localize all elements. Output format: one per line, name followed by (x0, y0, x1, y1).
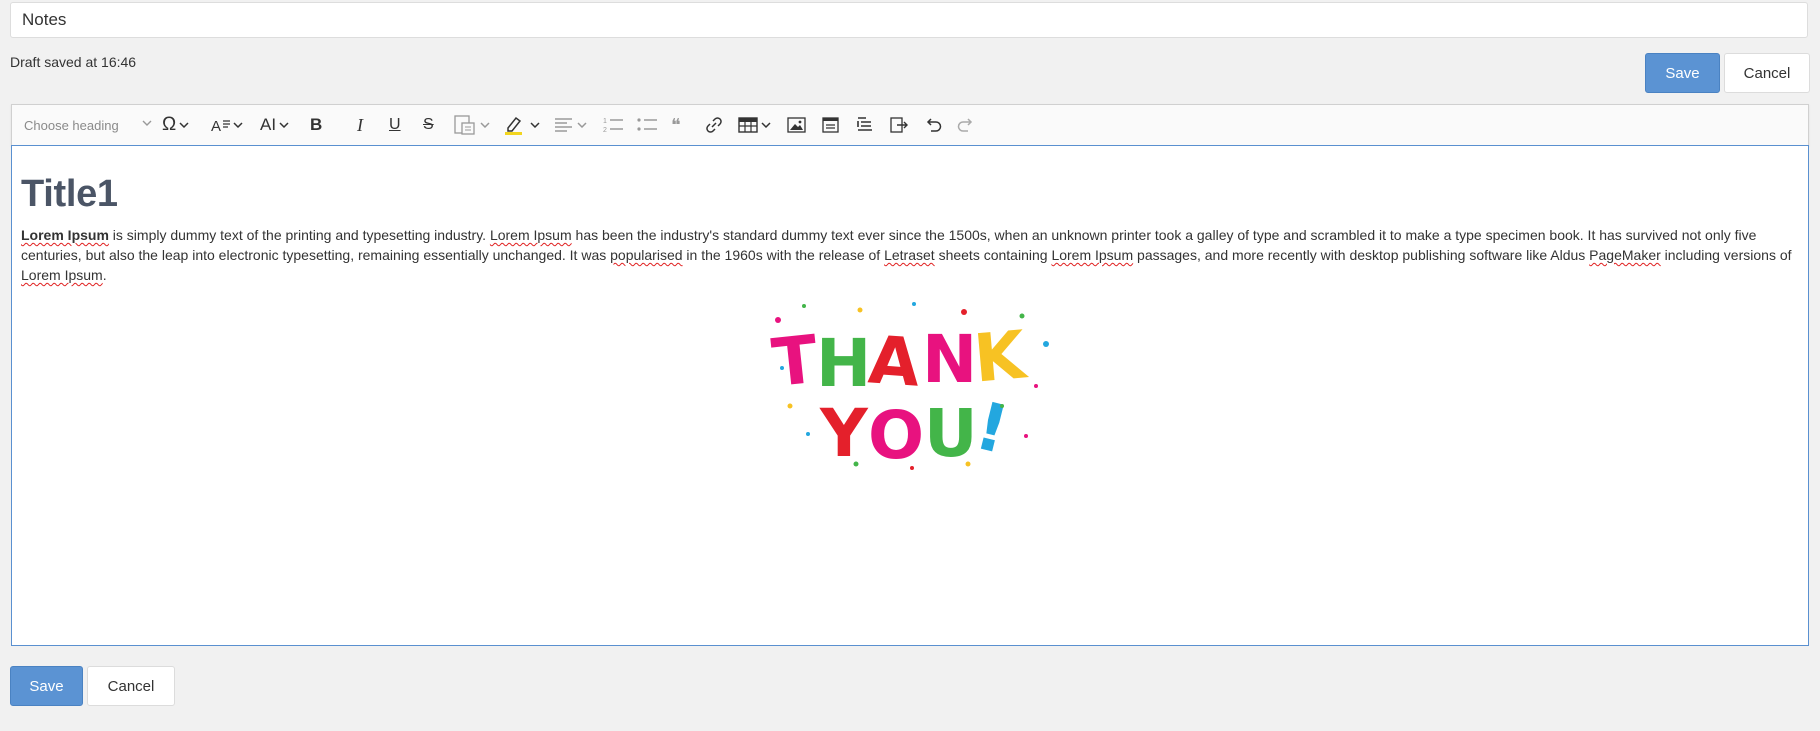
paste-icon (454, 115, 475, 135)
chevron-down-icon (530, 122, 540, 129)
bulleted-list-icon (637, 118, 657, 131)
bold-misspelled-text: Lorem Ipsum (21, 227, 109, 243)
strikethrough-button[interactable]: S (423, 105, 434, 145)
heading-dropdown[interactable]: Choose heading (24, 105, 158, 145)
misspelled-word: Lorem Ipsum (21, 267, 103, 283)
svg-text:K: K (971, 316, 1032, 397)
document-paragraph: Lorem Ipsum is simply dummy text of the … (21, 225, 1801, 285)
save-button-top[interactable]: Save (1645, 53, 1720, 93)
quote-icon: ❝ (671, 115, 681, 135)
font-family-button[interactable]: A (210, 105, 244, 145)
heading-dropdown-label: Choose heading (24, 117, 119, 133)
document-heading: Title1 (21, 173, 118, 215)
svg-text:A: A (866, 321, 922, 401)
text-run: including versions of (1660, 247, 1792, 263)
undo-icon (926, 118, 942, 132)
text-run: is simply dummy text of the printing and… (108, 227, 490, 243)
undo-button[interactable] (923, 105, 943, 145)
cancel-button-bottom[interactable]: Cancel (87, 666, 175, 706)
strikethrough-icon: S (423, 116, 434, 133)
special-characters-button[interactable]: Ω (162, 105, 190, 145)
bold-button[interactable]: B (310, 105, 322, 145)
link-button[interactable] (704, 105, 724, 145)
editor-toolbar: Choose heading Ω A AI B I U S 1 2 ❝ (11, 104, 1809, 146)
redo-button[interactable] (956, 105, 976, 145)
misspelled-word: popularised (610, 247, 683, 263)
table-icon (738, 117, 758, 133)
text-run: in the 1960s with the release of (682, 247, 885, 263)
page-break-icon (822, 117, 839, 133)
text-run: . (102, 267, 107, 283)
align-left-icon (555, 118, 572, 132)
outdent-icon (890, 117, 908, 133)
highlight-button[interactable] (503, 105, 541, 145)
svg-text:1: 1 (603, 118, 607, 125)
text-run: passages, and more recently with desktop… (1133, 247, 1590, 263)
chevron-down-icon (279, 122, 289, 129)
title-input[interactable]: Notes (10, 2, 1808, 38)
svg-text:O: O (868, 397, 924, 471)
chevron-down-icon (179, 122, 189, 129)
indent-icon (857, 117, 872, 131)
outdent-button[interactable] (889, 105, 909, 145)
editor-content-area[interactable]: Title1 Lorem Ipsum is simply dummy text … (11, 145, 1809, 646)
link-icon (706, 117, 722, 133)
italic-icon: I (357, 115, 363, 135)
insert-image-button[interactable] (787, 105, 807, 145)
bold-icon: B (310, 115, 323, 134)
block-quote-button[interactable]: ❝ (671, 105, 681, 145)
chevron-down-icon (761, 122, 771, 129)
misspelled-word: PageMaker (1589, 247, 1661, 263)
bulleted-list-button[interactable] (636, 105, 658, 145)
numbered-list-icon: 1 2 (603, 118, 623, 134)
thank-you-image[interactable]: T H A N K Y O U ! (764, 296, 1064, 471)
chevron-down-icon (480, 122, 490, 129)
italic-button[interactable]: I (357, 105, 363, 145)
underline-button[interactable]: U (389, 105, 401, 145)
font-family-icon: A (211, 118, 230, 135)
svg-text:T: T (769, 321, 822, 402)
alignment-button[interactable] (554, 105, 588, 145)
numbered-list-button[interactable]: 1 2 (602, 105, 624, 145)
chevron-down-icon (142, 120, 152, 126)
svg-text:Y: Y (819, 395, 869, 471)
omega-icon: Ω (162, 114, 177, 135)
svg-text:H: H (816, 325, 871, 402)
image-icon (787, 117, 806, 133)
paste-from-office-button[interactable] (453, 105, 491, 145)
cancel-button-top[interactable]: Cancel (1724, 53, 1810, 93)
insert-table-button[interactable] (738, 105, 772, 145)
underline-icon: U (389, 116, 401, 133)
chevron-down-icon (233, 122, 243, 129)
font-size-icon: AI (260, 115, 277, 134)
chevron-down-icon (577, 122, 587, 129)
save-button-bottom[interactable]: Save (10, 666, 83, 706)
font-size-button[interactable]: AI (260, 105, 290, 145)
svg-text:2: 2 (603, 127, 607, 134)
misspelled-word: Lorem Ipsum (1051, 247, 1134, 263)
font-family-glyph: A (211, 118, 221, 135)
misspelled-word: Lorem Ipsum (489, 227, 572, 243)
misspelled-word: Letraset (884, 247, 935, 263)
text-run: sheets containing (934, 247, 1052, 263)
indent-button[interactable] (855, 105, 875, 145)
highlighter-icon (505, 116, 522, 135)
redo-icon (957, 118, 973, 132)
page-break-button[interactable] (821, 105, 841, 145)
draft-status: Draft saved at 16:46 (10, 54, 137, 70)
svg-text:N: N (922, 321, 977, 398)
